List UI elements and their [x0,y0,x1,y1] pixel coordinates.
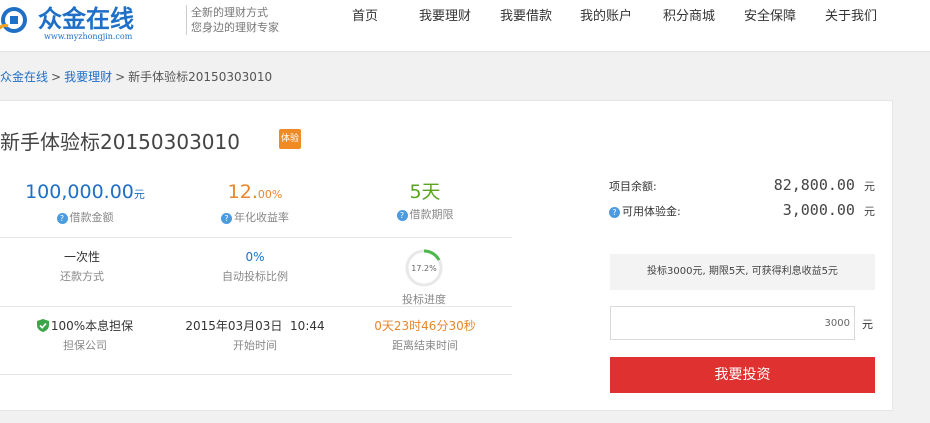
site-logo[interactable]: 众金在线 www.myzhongjin.com [0,4,180,41]
divider [0,237,512,238]
nav-item-invest[interactable]: 我要理财 [419,0,471,34]
help-icon[interactable]: ? [56,213,68,224]
available-experience-label-row: ? 可用体验金: [609,203,681,219]
guarantee-cell: 100%本息担保 担保公司 [30,317,140,353]
help-icon[interactable]: ? [609,207,620,218]
repayment-label: 还款方式 [60,270,104,283]
loan-amount-label-row: ? 借款金额 [20,209,150,225]
guarantee-value: 100%本息担保 [50,319,134,333]
progress-label: 投标进度 [402,293,446,306]
remaining-balance: 82,800.00 元 [774,176,875,194]
available-experience-row: ? 可用体验金: 3,000.00 元 [609,201,875,221]
nav-item-account[interactable]: 我的账户 [580,0,632,34]
available-experience: 3,000.00 元 [783,201,875,219]
investment-tip: 投标3000元, 期限5天, 可获得利息收益5元 [610,254,875,290]
remaining-balance-value: 82,800.00 [773,176,855,194]
available-experience-unit: 元 [864,205,875,218]
site-header: 众金在线 www.myzhongjin.com 全新的理财方式 您身边的理财专家… [0,0,930,52]
nav-item-home[interactable]: 首页 [352,0,378,34]
start-time-label: 开始时间 [233,339,277,352]
nav-item-borrow[interactable]: 我要借款 [500,0,552,34]
guarantee-value-row: 100%本息担保 [30,317,140,335]
breadcrumb-section[interactable]: 我要理财 [64,70,112,84]
progress-value: 17.2% [411,264,437,273]
help-icon[interactable]: ? [396,210,408,221]
shield-check-icon [36,319,49,332]
invest-button[interactable]: 我要投资 [610,357,875,393]
slogan-line-1: 全新的理财方式 [191,6,268,19]
start-time-cell: 2015年03月03日 10:44 开始时间 [185,317,325,353]
annual-rate-value: 12. [227,181,258,203]
annual-rate-decimal: 00% [257,188,283,201]
annual-rate-label: 年化收益率 [234,211,289,224]
annual-rate-stat: 12.00% ? 年化收益率 [205,181,305,225]
loan-amount-value: 100,000.00 [25,181,134,203]
experience-badge: 体验 [279,129,301,149]
divider [0,374,512,375]
breadcrumb: 众金在线 > 我要理财 > 新手体验标20150303010 [0,68,272,85]
loan-title: 新手体验标20150303010 [0,130,240,154]
loan-amount-label: 借款金额 [69,211,114,224]
nav-item-about[interactable]: 关于我们 [825,0,877,34]
logo-coin-icon [0,7,27,33]
annual-rate: 12.00% [205,181,305,206]
loan-term-stat: 5天 ? 借款期限 [375,181,475,222]
logo-url: www.myzhongjin.com [44,32,133,41]
breadcrumb-home[interactable]: 众金在线 [0,70,48,84]
annual-rate-label-row: ? 年化收益率 [205,209,305,225]
loan-term-label: 借款期限 [409,208,454,221]
logo-text: 众金在线 [38,5,134,33]
help-icon[interactable]: ? [221,213,232,224]
countdown-label: 距离结束时间 [392,339,458,352]
loan-amount: 100,000.00元 [20,181,150,206]
auto-bid-cell: 0% 自动投标比例 [205,248,305,284]
remaining-balance-unit: 元 [864,180,875,193]
investment-amount-input[interactable] [610,306,855,340]
progress-ring: 17.2% [405,249,443,287]
repayment-cell: 一次性 还款方式 [32,248,132,284]
breadcrumb-current: 新手体验标20150303010 [128,70,273,84]
loan-amount-stat: 100,000.00元 ? 借款金额 [20,181,150,225]
countdown-value: 0天23时46分30秒 [374,319,476,333]
breadcrumb-separator: > [51,70,62,84]
remaining-balance-label: 项目余额: [609,180,657,193]
repayment-value: 一次性 [63,250,100,264]
investment-amount-unit: 元 [862,318,873,331]
nav-item-points-mall[interactable]: 积分商城 [663,0,715,34]
auto-bid-label: 自动投标比例 [222,270,288,283]
loan-term-label-row: ? 借款期限 [375,206,475,222]
progress-cell: 投标进度 [374,289,474,307]
loan-amount-unit: 元 [133,188,145,201]
remaining-balance-row: 项目余额: 82,800.00 元 [609,176,875,196]
start-time-value: 2015年03月03日 10:44 [185,319,325,333]
breadcrumb-separator: > [115,70,126,84]
divider [0,306,512,307]
slogan-line-2: 您身边的理财专家 [191,21,279,34]
slogan: 全新的理财方式 您身边的理财专家 [186,5,279,35]
countdown-cell: 0天23时46分30秒 距离结束时间 [365,317,485,353]
available-experience-label: 可用体验金: [622,205,681,218]
guarantee-label: 担保公司 [63,339,107,352]
loan-term-value: 5天 [409,181,441,203]
auto-bid-value: 0% [245,250,265,264]
available-experience-value: 3,000.00 [782,201,855,219]
nav-item-security[interactable]: 安全保障 [744,0,796,34]
